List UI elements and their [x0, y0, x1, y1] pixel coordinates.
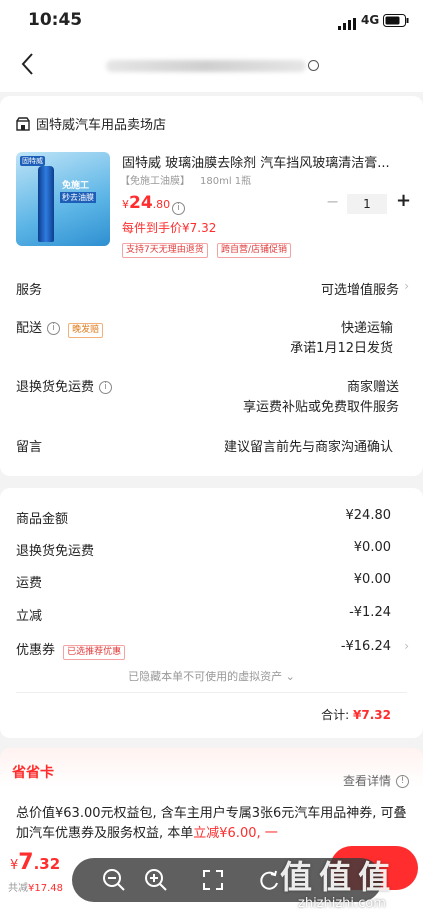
- price-dec: .80: [152, 198, 171, 211]
- price-info-icon[interactable]: i: [172, 198, 185, 217]
- zoom-in-icon[interactable]: [144, 868, 168, 896]
- network-label: 4G: [361, 13, 380, 27]
- coupon-label-text: 优惠券: [16, 643, 56, 658]
- product-image[interactable]: 固特威 免施工 秒去油膜: [16, 152, 110, 246]
- fullscreen-icon[interactable]: [202, 869, 224, 895]
- zoom-out-icon[interactable]: [102, 868, 126, 896]
- hidden-assets-text: 已隐藏本单不可使用的虚拟资产: [128, 670, 283, 683]
- qty-minus-button[interactable]: −: [326, 192, 339, 211]
- shipping-value: ¥0.00: [353, 572, 391, 587]
- bottom-price: ¥7.32: [10, 850, 60, 875]
- bottom-price-int: 7: [18, 850, 34, 875]
- qty-plus-button[interactable]: +: [396, 190, 411, 211]
- status-bar: 10:45 4G: [0, 0, 423, 40]
- unit-price: 每件到手价¥7.32: [122, 221, 217, 235]
- tag-return: 支持7天无理由退货: [122, 243, 208, 258]
- service-value[interactable]: 可选增值服务: [321, 279, 399, 298]
- signal-icon: [338, 15, 356, 30]
- delivery-promise: 承诺1月12日发货: [290, 341, 393, 356]
- delivery-info-icon[interactable]: i: [47, 322, 61, 335]
- product-spec: 180ml 1瓶: [200, 176, 252, 187]
- hidden-assets-toggle[interactable]: 已隐藏本单不可使用的虚拟资产 ⌄: [0, 668, 423, 684]
- coupon-value[interactable]: -¥16.24: [341, 639, 391, 654]
- goods-amount-value: ¥24.80: [345, 508, 392, 523]
- total-row: 合计: ¥7.32: [321, 706, 391, 723]
- bottle-graphic: [38, 166, 54, 242]
- return-value-2: 享运费补贴或免费取件服务: [242, 400, 399, 415]
- saver-detail-link[interactable]: 查看详情!: [343, 772, 409, 789]
- bottom-saved-value: ¥17.48: [28, 883, 63, 894]
- goods-amount-label: 商品金额: [16, 512, 69, 527]
- nav-bar: [0, 40, 423, 92]
- saver-description: 总价值¥63.00元权益包, 含车主用户专属3张6元汽车用品神券, 可叠加汽车优…: [16, 804, 410, 844]
- discount-label: 立减: [16, 609, 43, 624]
- bottom-saved-label: 共减: [8, 883, 28, 894]
- coupon-chevron-icon: ›: [404, 639, 409, 653]
- summary-divider: [16, 692, 407, 693]
- delivery-label-text: 配送: [16, 321, 43, 336]
- product-spec-tag: 【免施工油膜】: [120, 176, 190, 187]
- return-info-icon[interactable]: i: [99, 381, 113, 394]
- bottom-saved: 共减¥17.48: [8, 879, 63, 894]
- watermark-logo: 值 值 值: [280, 858, 390, 896]
- store-icon: [16, 116, 30, 135]
- store-name[interactable]: 固特威汽车用品卖场店: [36, 114, 166, 133]
- product-image-badge: 固特威: [20, 156, 45, 166]
- service-label: 服务: [16, 283, 43, 298]
- price-symbol: ¥: [122, 198, 129, 211]
- product-title[interactable]: 固特威 玻璃油膜去除剂 汽车挡风玻璃清洁膏...: [122, 152, 412, 171]
- saver-desc-highlight: 立减¥6.00, 一: [193, 826, 278, 841]
- coupon-label: 优惠券 已选推荐优惠: [16, 639, 126, 660]
- saver-info-icon: !: [396, 775, 409, 788]
- qty-value[interactable]: 1: [347, 194, 387, 214]
- shipping-label: 运费: [16, 576, 43, 591]
- tag-promo: 跨自营/店铺促销: [217, 243, 292, 258]
- saver-title: 省省卡: [12, 765, 54, 781]
- service-chevron-icon: ›: [404, 279, 409, 293]
- return-label-text: 退换货免运费: [16, 380, 95, 395]
- back-icon[interactable]: [18, 50, 38, 82]
- battery-icon: [383, 13, 409, 32]
- saver-detail-text: 查看详情: [342, 774, 391, 788]
- watermark-url: zhizhizhi.com: [298, 896, 386, 911]
- discount-value: -¥1.24: [349, 605, 391, 620]
- coupon-badge: 已选推荐优惠: [63, 645, 126, 660]
- product-image-text2: 秒去油膜: [60, 192, 96, 203]
- order-card: 固特威汽车用品卖场店 固特威 免施工 秒去油膜 固特威 玻璃油膜去除剂 汽车挡风…: [0, 96, 423, 476]
- delivery-label: 配送 i 晚发赔: [16, 317, 104, 338]
- watermark: 值 值 值 zhizhizhi.com: [268, 852, 418, 916]
- return-fee-value: ¥0.00: [353, 540, 391, 555]
- return-fee-label: 退换货免运费: [16, 544, 95, 559]
- total-label: 合计:: [321, 708, 350, 722]
- product-image-text1: 免施工: [62, 181, 90, 191]
- total-value: ¥7.32: [353, 708, 391, 722]
- nav-title-blurred: [106, 60, 306, 72]
- return-value-1: 商家赠送: [346, 380, 399, 395]
- price-int: 24: [129, 193, 153, 213]
- product-price: ¥24.80: [122, 193, 170, 213]
- delivery-method: 快递运输: [340, 321, 393, 336]
- message-label: 留言: [16, 440, 43, 455]
- bottom-price-dec: .32: [33, 855, 61, 873]
- message-input[interactable]: 建议留言前先与商家沟通确认: [224, 436, 393, 455]
- status-time: 10:45: [28, 10, 83, 30]
- delivery-badge: 晚发赔: [68, 323, 104, 338]
- price-summary-card: 商品金额 ¥24.80 退换货免运费 ¥0.00 运费 ¥0.00 立减 -¥1…: [0, 488, 423, 738]
- chevron-down-icon: ⌄: [282, 670, 295, 683]
- nav-title-icon: [308, 60, 319, 71]
- return-label: 退换货免运费 i: [16, 376, 113, 395]
